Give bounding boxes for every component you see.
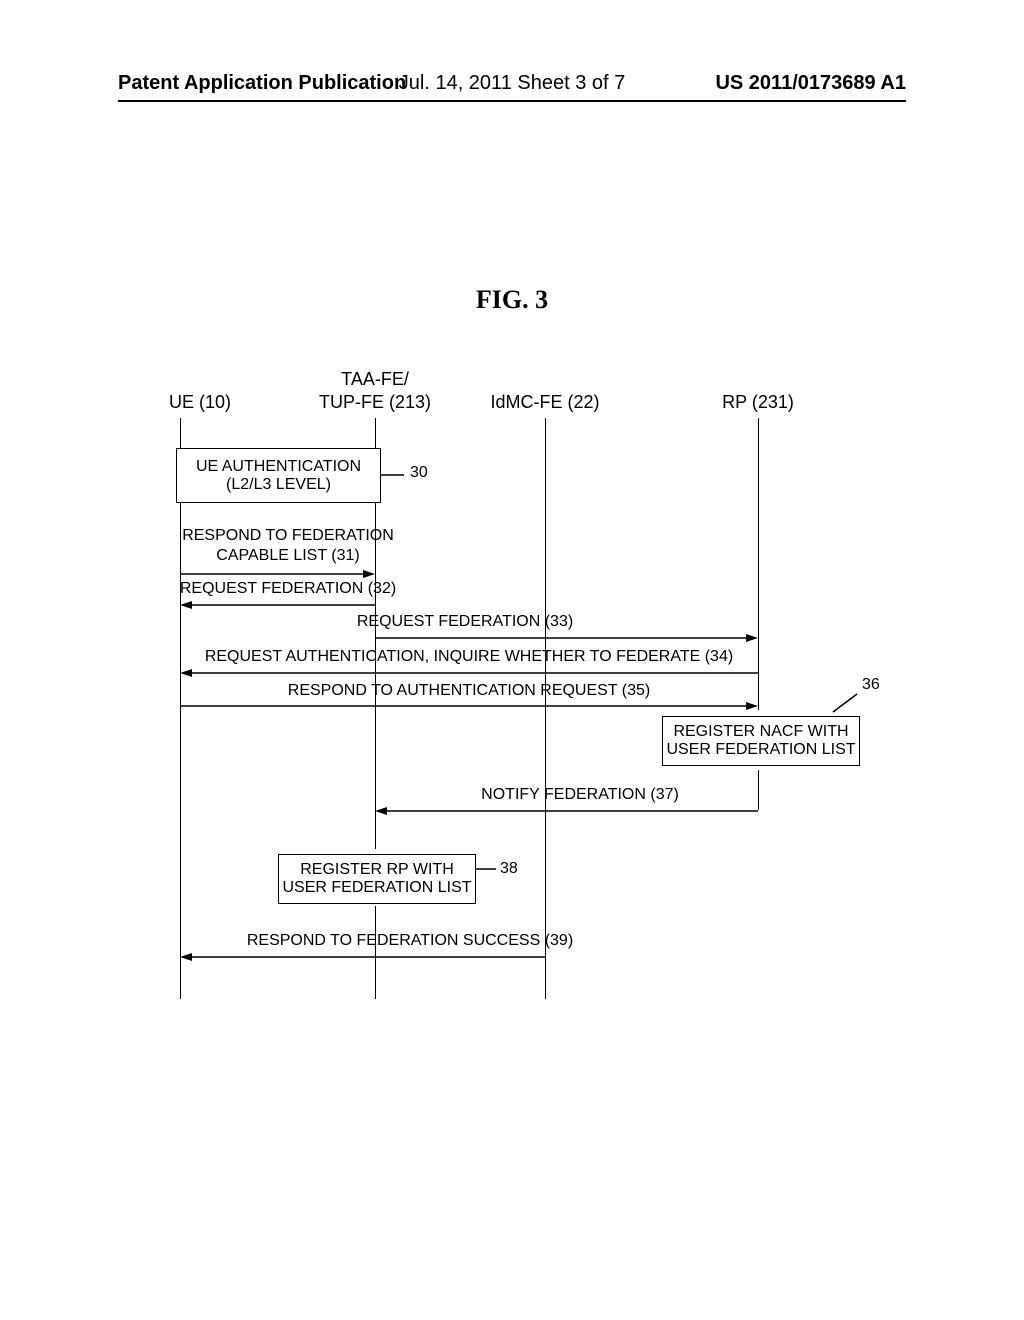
msg35-label: RESPOND TO AUTHENTICATION REQUEST (35) [288, 682, 650, 700]
lifeline-ue-seg1 [180, 418, 181, 448]
msg31-label-line1: RESPOND TO FEDERATION [182, 527, 394, 545]
callout30-leader [379, 474, 409, 476]
lane-taa-label-bottom: TUP-FE (213) [319, 392, 431, 413]
box-ue-auth-line2: (L2/L3 LEVEL) [226, 476, 331, 494]
arrow-33 [375, 633, 759, 643]
msg32-label: REQUEST FEDERATION (32) [180, 580, 396, 598]
box36-line2: USER FEDERATION LIST [666, 741, 855, 759]
arrow-31 [180, 569, 376, 579]
arrow-39 [180, 952, 546, 962]
callout-30: 30 [410, 464, 428, 482]
lane-rp-label: RP (231) [722, 392, 794, 413]
arrow-32 [180, 600, 376, 610]
arrow-35 [180, 701, 759, 711]
lifeline-rp-seg2 [758, 770, 759, 810]
callout-36: 36 [862, 676, 880, 694]
arrow-37 [375, 806, 759, 816]
box-ue-authentication: UE AUTHENTICATION (L2/L3 LEVEL) [176, 448, 381, 503]
lifeline-taa-seg1 [375, 418, 376, 448]
box38-line2: USER FEDERATION LIST [282, 879, 471, 897]
callout38-leader [474, 868, 499, 870]
box-ue-auth-line1: UE AUTHENTICATION [196, 458, 361, 476]
msg39-label: RESPOND TO FEDERATION SUCCESS (39) [247, 932, 573, 950]
callout-38: 38 [500, 860, 518, 878]
msg37-label: NOTIFY FEDERATION (37) [481, 786, 679, 804]
lane-idmc-label: IdMC-FE (22) [490, 392, 599, 413]
box-register-nacf: REGISTER NACF WITH USER FEDERATION LIST [662, 716, 860, 766]
arrow-34 [180, 668, 759, 678]
msg34-label: REQUEST AUTHENTICATION, INQUIRE WHETHER … [205, 648, 733, 666]
lane-taa-label-top: TAA-FE/ [341, 369, 409, 390]
msg31-label-line2: CAPABLE LIST (31) [216, 547, 359, 565]
msg33-label: REQUEST FEDERATION (33) [357, 613, 573, 631]
lane-ue-label: UE (10) [169, 392, 231, 413]
box38-line1: REGISTER RP WITH [300, 861, 454, 879]
box36-line1: REGISTER NACF WITH [673, 723, 848, 741]
lifeline-rp-seg1 [758, 418, 759, 710]
callout36-leader [833, 692, 863, 714]
box-register-rp: REGISTER RP WITH USER FEDERATION LIST [278, 854, 476, 904]
sequence-diagram: UE (10) TAA-FE/ TUP-FE (213) IdMC-FE (22… [0, 0, 1024, 1320]
